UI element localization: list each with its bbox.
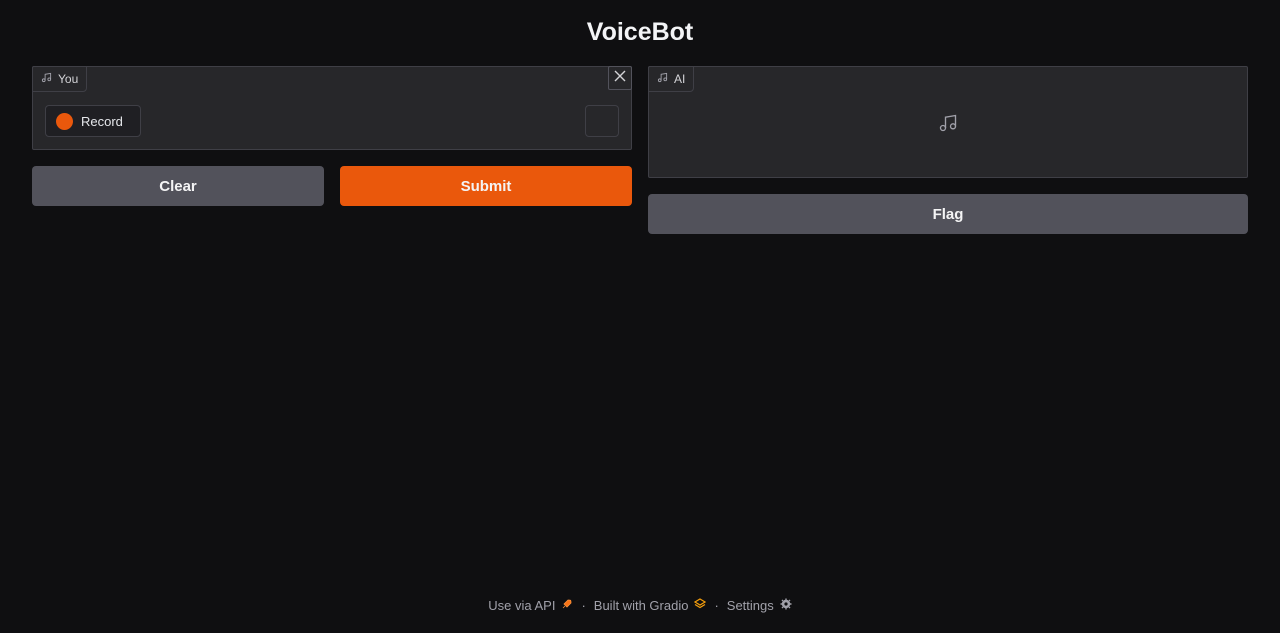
settings-label: Settings — [726, 598, 774, 613]
use-via-api-link[interactable]: Use via API — [488, 598, 573, 613]
page-title: VoiceBot — [586, 18, 694, 46]
flag-button[interactable]: Flag — [648, 194, 1248, 234]
input-audio-panel: You Record — [32, 66, 632, 150]
output-audio-label-text: AI — [674, 72, 686, 86]
input-audio-label: You — [32, 66, 88, 92]
footer-separator: · — [714, 598, 719, 613]
music-note-icon — [657, 72, 668, 86]
empty-audio-icon — [938, 113, 958, 133]
clear-button[interactable]: Clear — [32, 166, 324, 206]
submit-button[interactable]: Submit — [340, 166, 632, 206]
footer-separator: · — [581, 598, 586, 613]
music-note-icon — [41, 72, 52, 86]
output-audio-label: AI — [648, 66, 695, 92]
gradio-logo-icon — [694, 598, 707, 613]
input-audio-label-text: You — [58, 72, 79, 86]
settings-link[interactable]: Settings — [727, 598, 792, 613]
rocket-icon — [561, 598, 573, 613]
record-button[interactable]: Record — [45, 105, 141, 137]
use-via-api-label: Use via API — [488, 598, 556, 613]
close-icon — [614, 69, 626, 87]
clear-audio-button[interactable] — [608, 66, 632, 90]
footer: Use via API · Built with Gradio · Settin… — [0, 598, 1280, 613]
record-label: Record — [81, 113, 123, 129]
page: VoiceBot You Record Clear Submit AI Flag… — [0, 0, 1280, 633]
built-with-gradio-label: Built with Gradio — [593, 598, 689, 613]
built-with-gradio-link[interactable]: Built with Gradio — [594, 598, 707, 613]
record-dot-icon — [56, 112, 73, 130]
gear-icon — [780, 598, 792, 613]
microphone-select-button[interactable] — [585, 105, 619, 137]
output-audio-panel: AI — [648, 66, 1248, 178]
